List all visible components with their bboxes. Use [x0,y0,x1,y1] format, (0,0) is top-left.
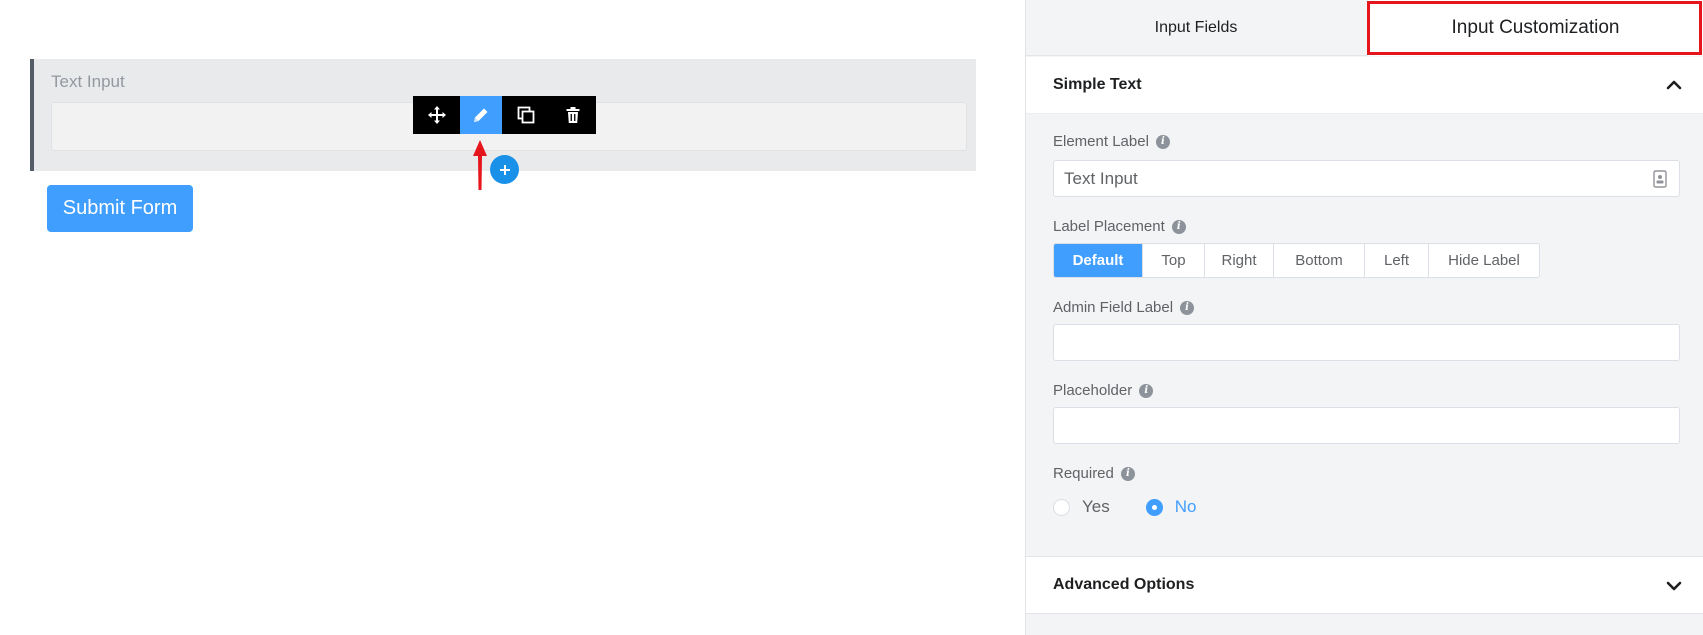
add-field-button[interactable] [490,155,519,184]
element-label-label: Element Label i [1053,133,1170,150]
placement-hide-label[interactable]: Hide Label [1429,244,1539,277]
duplicate-button[interactable] [502,96,549,134]
radio-label-yes: Yes [1082,497,1110,516]
tab-input-customization[interactable]: Input Customization [1367,0,1703,56]
element-label-input[interactable]: Text Input [1053,160,1680,197]
info-icon[interactable]: i [1139,383,1154,398]
chevron-up-icon [1666,80,1682,90]
label-placement-text: Label Placement [1053,218,1165,235]
move-button[interactable] [413,96,460,134]
required-text: Required [1053,465,1114,482]
move-icon [427,106,446,124]
placement-default[interactable]: Default [1054,244,1143,277]
required-radio-group: Yes No [1053,497,1232,517]
submit-form-button[interactable]: Submit Form [47,185,193,232]
admin-field-label-input[interactable] [1053,324,1680,361]
edit-button[interactable] [460,96,502,134]
info-icon[interactable]: i [1171,219,1186,234]
simple-text-section-body: Element Label i Text Input Label Placeme… [1026,115,1703,555]
info-icon[interactable]: i [1180,300,1195,315]
page: Text Input Submit Form Input Fields Inpu… [0,0,1703,635]
contact-card-icon[interactable] [1653,170,1667,188]
red-arrow-annotation [473,140,487,190]
placement-right[interactable]: Right [1205,244,1274,277]
panel-tabs: Input Fields Input Customization [1026,0,1703,56]
radio-dot[interactable] [1145,498,1163,516]
delete-button[interactable] [549,96,596,134]
section-title: Simple Text [1053,76,1142,93]
element-label-text: Element Label [1053,133,1149,150]
admin-field-label-label: Admin Field Label i [1053,299,1195,316]
label-placement-buttons: Default Top Right Bottom Left Hide Label [1053,243,1540,278]
advanced-options-title: Advanced Options [1053,576,1195,593]
admin-field-label-text: Admin Field Label [1053,299,1174,316]
chevron-down-icon [1666,581,1682,591]
advanced-options-section-header[interactable]: Advanced Options [1026,556,1703,614]
plus-icon [499,164,510,175]
radio-dot[interactable] [1053,498,1070,516]
tab-input-fields[interactable]: Input Fields [1026,0,1366,56]
placement-top[interactable]: Top [1143,244,1205,277]
placeholder-text: Placeholder [1053,382,1133,399]
field-label: Text Input [51,72,125,91]
settings-panel: Input Fields Input Customization Simple … [1025,0,1703,635]
element-label-value: Text Input [1064,168,1138,188]
simple-text-section-header[interactable]: Simple Text [1026,57,1703,114]
form-editor-canvas: Text Input Submit Form [0,0,1025,635]
trash-icon [566,107,579,123]
required-yes-radio[interactable]: Yes [1053,497,1110,517]
radio-label-no: No [1174,497,1197,516]
placeholder-input[interactable] [1053,407,1680,444]
pencil-icon [474,108,488,122]
placeholder-label: Placeholder i [1053,382,1154,399]
required-no-radio[interactable]: No [1145,497,1197,517]
placement-bottom[interactable]: Bottom [1274,244,1365,277]
required-label: Required i [1053,465,1135,482]
copy-icon [517,106,534,124]
info-icon[interactable]: i [1155,134,1170,149]
placement-left[interactable]: Left [1365,244,1429,277]
field-toolbar [413,96,596,134]
label-placement-label: Label Placement i [1053,218,1186,235]
info-icon[interactable]: i [1120,466,1135,481]
